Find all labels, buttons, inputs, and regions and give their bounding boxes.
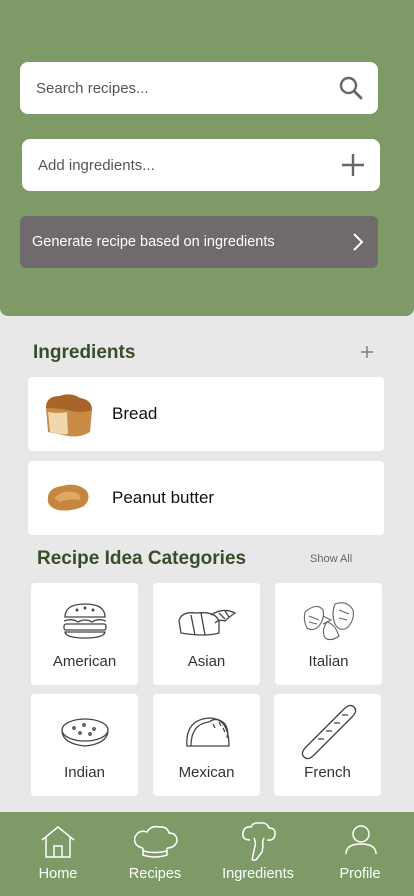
categories-title: Recipe Idea Categories	[37, 548, 247, 569]
taco-icon	[181, 708, 233, 756]
add-ingredient-plus-icon[interactable]	[358, 343, 376, 361]
nav-label: Home	[38, 866, 78, 882]
nav-label: Recipes	[128, 866, 182, 882]
search-icon[interactable]	[338, 75, 364, 101]
ingredient-card[interactable]: Bread	[28, 377, 384, 451]
category-label: Indian	[64, 764, 105, 781]
add-ingredient-input[interactable]	[38, 156, 308, 174]
profile-icon	[345, 825, 377, 855]
category-card-mexican[interactable]: Mexican	[153, 694, 260, 796]
show-all-link[interactable]: Show All	[310, 553, 352, 565]
nav-label: Profile	[339, 866, 381, 882]
category-card-american[interactable]: American	[31, 583, 138, 685]
category-card-french[interactable]: French	[274, 694, 381, 796]
bottom-nav: Home Recipes Ingredients Profile	[0, 812, 414, 896]
category-label: Asian	[187, 653, 226, 670]
naan-icon	[58, 708, 112, 756]
generate-recipe-label: Generate recipe based on ingredients	[32, 234, 275, 250]
pasta-icon	[301, 597, 357, 645]
chevron-right-icon	[353, 233, 364, 251]
search-input[interactable]	[36, 79, 306, 97]
category-card-asian[interactable]: Asian	[153, 583, 260, 685]
nav-label: Ingredients	[222, 866, 294, 882]
baguette-icon	[298, 704, 358, 760]
category-label: American	[52, 653, 117, 670]
plus-icon[interactable]	[340, 152, 366, 178]
ingredient-label: Peanut butter	[112, 488, 215, 507]
ingredient-card[interactable]: Peanut butter	[28, 461, 384, 535]
broccoli-icon	[242, 822, 276, 861]
generate-recipe-button[interactable]: Generate recipe based on ingredients	[20, 216, 378, 268]
category-label: Mexican	[178, 764, 235, 781]
ingredient-label: Bread	[112, 404, 158, 423]
category-label: Italian	[308, 653, 349, 670]
search-bar[interactable]	[20, 62, 378, 114]
category-card-indian[interactable]: Indian	[31, 694, 138, 796]
home-icon	[41, 826, 75, 858]
ingredients-title: Ingredients	[33, 342, 136, 363]
add-ingredient-bar[interactable]	[22, 139, 380, 191]
burger-icon	[60, 597, 110, 645]
category-label: French	[304, 764, 351, 781]
peanut-butter-icon	[38, 470, 98, 526]
chef-hat-icon	[133, 825, 178, 858]
bread-icon	[38, 386, 98, 442]
sushi-icon	[175, 597, 239, 645]
category-card-italian[interactable]: Italian	[275, 583, 382, 685]
